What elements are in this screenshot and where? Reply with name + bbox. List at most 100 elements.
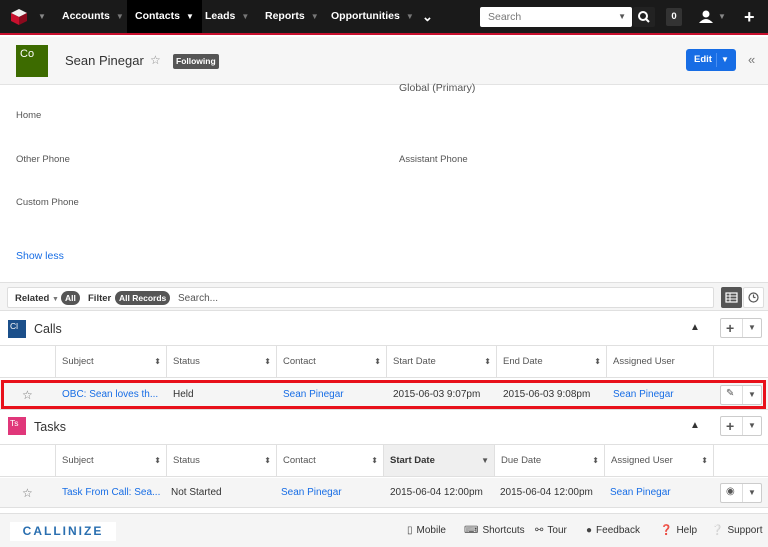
column-header-label: Status xyxy=(173,455,200,466)
comment-icon: ● xyxy=(586,525,593,536)
footer-mobile-label: Mobile xyxy=(416,525,446,536)
call-contact-link[interactable]: Sean Pinegar xyxy=(277,380,385,410)
button-divider xyxy=(742,417,743,435)
column-header-contact[interactable]: Contact ⬍ xyxy=(277,346,387,377)
global-search-input[interactable]: Search ▼ xyxy=(480,7,632,27)
collapse-sidebar-icon[interactable]: « xyxy=(748,52,755,67)
chevron-down-icon[interactable]: ▼ xyxy=(748,421,756,430)
footer-support-link[interactable]: ❔ Support xyxy=(711,525,762,536)
column-header-assigned-user[interactable]: Assigned User ⬍ xyxy=(605,445,714,476)
nav-reports[interactable]: Reports ▼ xyxy=(257,0,327,33)
column-header-subject[interactable]: Subject ⬍ xyxy=(56,445,167,476)
more-modules-chevron-icon[interactable]: ⌄ xyxy=(414,0,441,33)
row-edit-button[interactable]: ✎ ▼ xyxy=(720,385,762,405)
nav-accounts[interactable]: Accounts ▼ xyxy=(54,0,132,33)
subpanel-search-input[interactable]: Search... xyxy=(178,293,218,304)
sort-descending-icon[interactable]: ▼ xyxy=(481,445,489,476)
column-header-end-date[interactable]: End Date ⬍ xyxy=(497,346,607,377)
related-chevron-icon[interactable]: ▼ xyxy=(52,296,59,303)
nav-opportunities[interactable]: Opportunities ▼ xyxy=(323,0,422,33)
record-header: Co Sean Pinegar ☆ Following Edit ▼ « xyxy=(0,37,768,85)
nav-leads[interactable]: Leads ▼ xyxy=(197,0,257,33)
show-less-link[interactable]: Show less xyxy=(16,250,64,262)
sort-icon[interactable]: ⬍ xyxy=(701,445,708,476)
quick-create-plus-icon[interactable]: + xyxy=(744,8,755,26)
sort-icon[interactable]: ⬍ xyxy=(154,346,161,377)
sort-icon[interactable]: ⬍ xyxy=(594,346,601,377)
following-badge[interactable]: Following xyxy=(173,54,219,69)
chevron-down-icon[interactable]: ▼ xyxy=(748,390,756,399)
collapse-chevron-up-icon[interactable]: ▲ xyxy=(690,420,700,431)
table-row[interactable]: ☆ OBC: Sean loves th... Held Sean Pinega… xyxy=(0,380,768,410)
call-subject-link[interactable]: OBC: Sean loves th... xyxy=(56,380,164,410)
task-contact-link[interactable]: Sean Pinegar xyxy=(275,478,383,508)
footer-feedback-link[interactable]: ● Feedback xyxy=(586,525,640,536)
sort-icon[interactable]: ⬍ xyxy=(374,346,381,377)
edit-button-divider xyxy=(716,53,717,67)
table-row[interactable]: ☆ Task From Call: Sea... Not Started Sea… xyxy=(0,478,768,508)
other-phone-label: Other Phone xyxy=(16,154,70,165)
sort-icon[interactable]: ⬍ xyxy=(264,346,271,377)
column-header-due-date[interactable]: Due Date ⬍ xyxy=(495,445,605,476)
call-assigned-user-link[interactable]: Sean Pinegar xyxy=(607,380,715,410)
task-subject-link[interactable]: Task From Call: Sea... xyxy=(56,478,164,508)
column-header-status[interactable]: Status ⬍ xyxy=(167,445,277,476)
row-preview-button[interactable]: ◉ ▼ xyxy=(720,483,762,503)
related-dropdown[interactable]: Related ▼ xyxy=(15,293,59,304)
edit-button[interactable]: Edit ▼ xyxy=(686,49,736,71)
column-header-start-date[interactable]: Start Date ▼ xyxy=(384,445,495,476)
column-header-subject[interactable]: Subject ⬍ xyxy=(56,346,167,377)
edit-actions-chevron-icon[interactable]: ▼ xyxy=(721,55,729,64)
sort-icon[interactable]: ⬍ xyxy=(371,445,378,476)
chevron-down-icon[interactable]: ▼ xyxy=(241,12,249,21)
user-menu-chevron-icon[interactable]: ▼ xyxy=(718,12,726,21)
filter-all-records-pill[interactable]: All Records xyxy=(115,291,171,305)
sort-icon[interactable]: ⬍ xyxy=(154,445,161,476)
search-button[interactable] xyxy=(633,7,655,27)
footer-help-link[interactable]: ❓ Help xyxy=(660,525,697,536)
chevron-down-icon[interactable]: ▼ xyxy=(748,323,756,332)
related-all-pill[interactable]: All xyxy=(61,291,80,305)
task-assigned-user-link[interactable]: Sean Pinegar xyxy=(604,478,712,508)
sort-icon[interactable]: ⬍ xyxy=(592,445,599,476)
sort-icon[interactable]: ⬍ xyxy=(484,346,491,377)
search-scope-chevron-icon[interactable]: ▼ xyxy=(618,7,626,27)
column-header-status[interactable]: Status ⬍ xyxy=(167,346,277,377)
row-favorite-star-icon[interactable]: ☆ xyxy=(22,478,33,508)
chevron-down-icon[interactable]: ▼ xyxy=(406,12,414,21)
calls-create-button[interactable]: + ▼ xyxy=(720,318,762,338)
callinize-logo[interactable]: CALLINIZE xyxy=(10,522,116,541)
column-header-assigned-user[interactable]: Assigned User xyxy=(607,346,714,377)
footer-help-label: Help xyxy=(676,525,698,536)
tasks-column-headers: Subject ⬍ Status ⬍ Contact ⬍ Start Date ▼ Du… xyxy=(0,444,768,477)
related-label: Related xyxy=(15,293,50,304)
logo-caret-icon[interactable]: ▼ xyxy=(38,12,46,21)
tasks-subpanel-header[interactable]: Ts Tasks ▲ + ▼ xyxy=(0,411,768,443)
calls-subpanel-header[interactable]: Cl Calls ▲ + ▼ xyxy=(0,312,768,344)
list-view-button[interactable] xyxy=(721,287,742,308)
chevron-down-icon[interactable]: ▼ xyxy=(186,12,194,21)
sort-icon[interactable]: ⬍ xyxy=(264,445,271,476)
sugar-cube-logo-icon[interactable] xyxy=(10,8,28,26)
help-icon: ❓ xyxy=(660,525,673,536)
call-status: Held xyxy=(173,389,194,400)
activity-stream-button[interactable] xyxy=(743,287,764,308)
call-start-date: 2015-06-03 9:07pm xyxy=(393,389,481,400)
footer-shortcuts-link[interactable]: ⌨ Shortcuts xyxy=(464,525,525,536)
row-favorite-star-icon[interactable]: ☆ xyxy=(22,380,33,410)
chevron-down-icon[interactable]: ▼ xyxy=(748,488,756,497)
favorite-star-icon[interactable]: ☆ xyxy=(150,53,161,67)
column-header-contact[interactable]: Contact ⬍ xyxy=(277,445,384,476)
column-header-start-date[interactable]: Start Date ⬍ xyxy=(387,346,497,377)
footer-mobile-link[interactable]: ▯ Mobile xyxy=(407,525,446,536)
tasks-create-button[interactable]: + ▼ xyxy=(720,416,762,436)
chevron-down-icon[interactable]: ▼ xyxy=(116,12,124,21)
footer-tour-link[interactable]: ⚯ Tour xyxy=(535,525,567,536)
nav-reports-label: Reports xyxy=(265,10,305,22)
user-profile-icon[interactable] xyxy=(699,10,713,26)
notifications-count-badge[interactable]: 0 xyxy=(666,8,682,26)
collapse-chevron-up-icon[interactable]: ▲ xyxy=(690,322,700,333)
plus-icon: + xyxy=(726,418,735,434)
chevron-down-icon[interactable]: ▼ xyxy=(311,12,319,21)
nav-contacts[interactable]: Contacts ▼ xyxy=(127,0,202,33)
